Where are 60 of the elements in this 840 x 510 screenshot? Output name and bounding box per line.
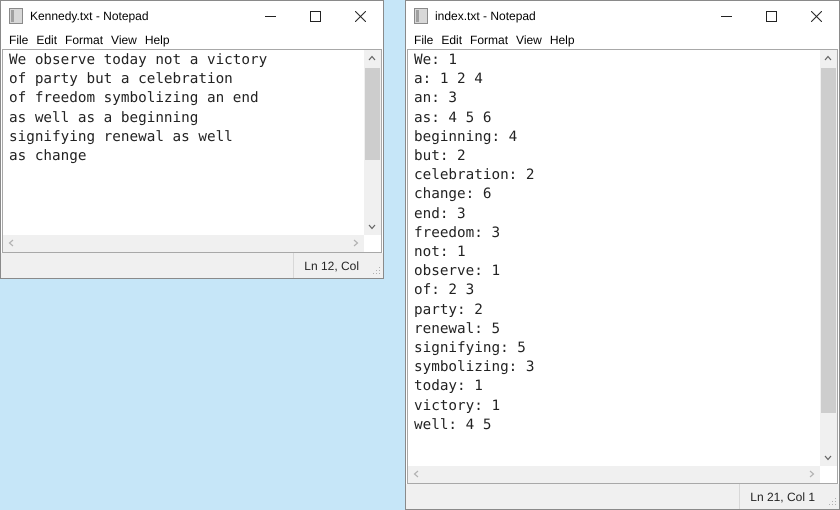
menu-item[interactable]: Format bbox=[61, 31, 108, 49]
text-line: celebration: 2 bbox=[414, 166, 535, 186]
text-line: today: 1 bbox=[414, 377, 483, 396]
scrollbar-thumb[interactable] bbox=[365, 68, 380, 160]
window-title: index.txt - Notepad bbox=[435, 8, 537, 25]
menu-item[interactable]: Help bbox=[140, 31, 174, 49]
menu-item[interactable]: Format bbox=[466, 31, 512, 49]
maximize-icon bbox=[766, 10, 777, 22]
scrollbar-thumb[interactable] bbox=[821, 68, 836, 413]
cursor-position: Ln 21, Col 1 bbox=[739, 484, 829, 509]
text-line: but: 2 bbox=[414, 147, 466, 166]
text-line: symbolizing: 3 bbox=[414, 358, 535, 378]
text-line: of: 2 3 bbox=[414, 281, 474, 300]
text-line: party: 2 bbox=[414, 300, 483, 320]
text-line: signifying renewal as well bbox=[9, 128, 233, 147]
text-line: of party but a celebration bbox=[9, 70, 233, 90]
scroll-up-icon[interactable] bbox=[368, 55, 376, 61]
text-line: freedom: 3 bbox=[414, 224, 500, 243]
horizontal-scrollbar[interactable] bbox=[408, 466, 820, 483]
menu-item[interactable]: File bbox=[5, 31, 32, 49]
text-line: We: 1 bbox=[414, 51, 458, 70]
window-title: Kennedy.txt - Notepad bbox=[30, 8, 150, 25]
text-line: an: 3 bbox=[414, 89, 458, 108]
text-line: beginning: 4 bbox=[414, 128, 518, 147]
text-line: change: 6 bbox=[414, 185, 492, 204]
text-line: renewal: 5 bbox=[414, 320, 500, 339]
text-line: end: 3 bbox=[414, 204, 466, 224]
scroll-left-icon[interactable] bbox=[8, 239, 14, 247]
text-line: victory: 1 bbox=[414, 396, 500, 416]
text-line: observe: 1 bbox=[414, 262, 500, 282]
menu-item[interactable]: Help bbox=[546, 31, 579, 49]
text-line: of freedom symbolizing an end bbox=[9, 89, 259, 108]
notepad-icon bbox=[9, 8, 23, 24]
text-line: signifying: 5 bbox=[414, 339, 526, 358]
text-line: not: 1 bbox=[414, 243, 466, 262]
scroll-up-icon[interactable] bbox=[824, 55, 832, 61]
menu-item[interactable]: Edit bbox=[437, 31, 466, 49]
notepad-icon bbox=[414, 8, 428, 24]
close-icon bbox=[811, 10, 822, 22]
cursor-position: Ln 12, Col bbox=[293, 253, 373, 278]
text-line: a: 1 2 4 bbox=[414, 70, 483, 90]
maximize-icon bbox=[310, 10, 321, 22]
text-line: We observe today not a victory bbox=[9, 51, 268, 70]
scroll-right-icon[interactable] bbox=[809, 470, 815, 478]
text-line: as change bbox=[9, 147, 86, 166]
scroll-right-icon[interactable] bbox=[353, 239, 359, 247]
horizontal-scrollbar[interactable] bbox=[3, 235, 364, 252]
vertical-scrollbar[interactable] bbox=[820, 50, 837, 466]
close-icon bbox=[355, 10, 366, 22]
menu-item[interactable]: Edit bbox=[32, 31, 62, 49]
menu-item[interactable]: File bbox=[410, 31, 438, 49]
text-line: well: 4 5 bbox=[414, 416, 492, 435]
scroll-down-icon[interactable] bbox=[368, 224, 376, 230]
scroll-down-icon[interactable] bbox=[824, 455, 832, 461]
scroll-left-icon[interactable] bbox=[413, 470, 419, 478]
menu-item[interactable]: View bbox=[107, 31, 141, 49]
menu-item[interactable]: View bbox=[512, 31, 546, 49]
text-line: as well as a beginning bbox=[9, 108, 198, 128]
vertical-scrollbar[interactable] bbox=[364, 50, 381, 235]
text-line: as: 4 5 6 bbox=[414, 108, 492, 128]
